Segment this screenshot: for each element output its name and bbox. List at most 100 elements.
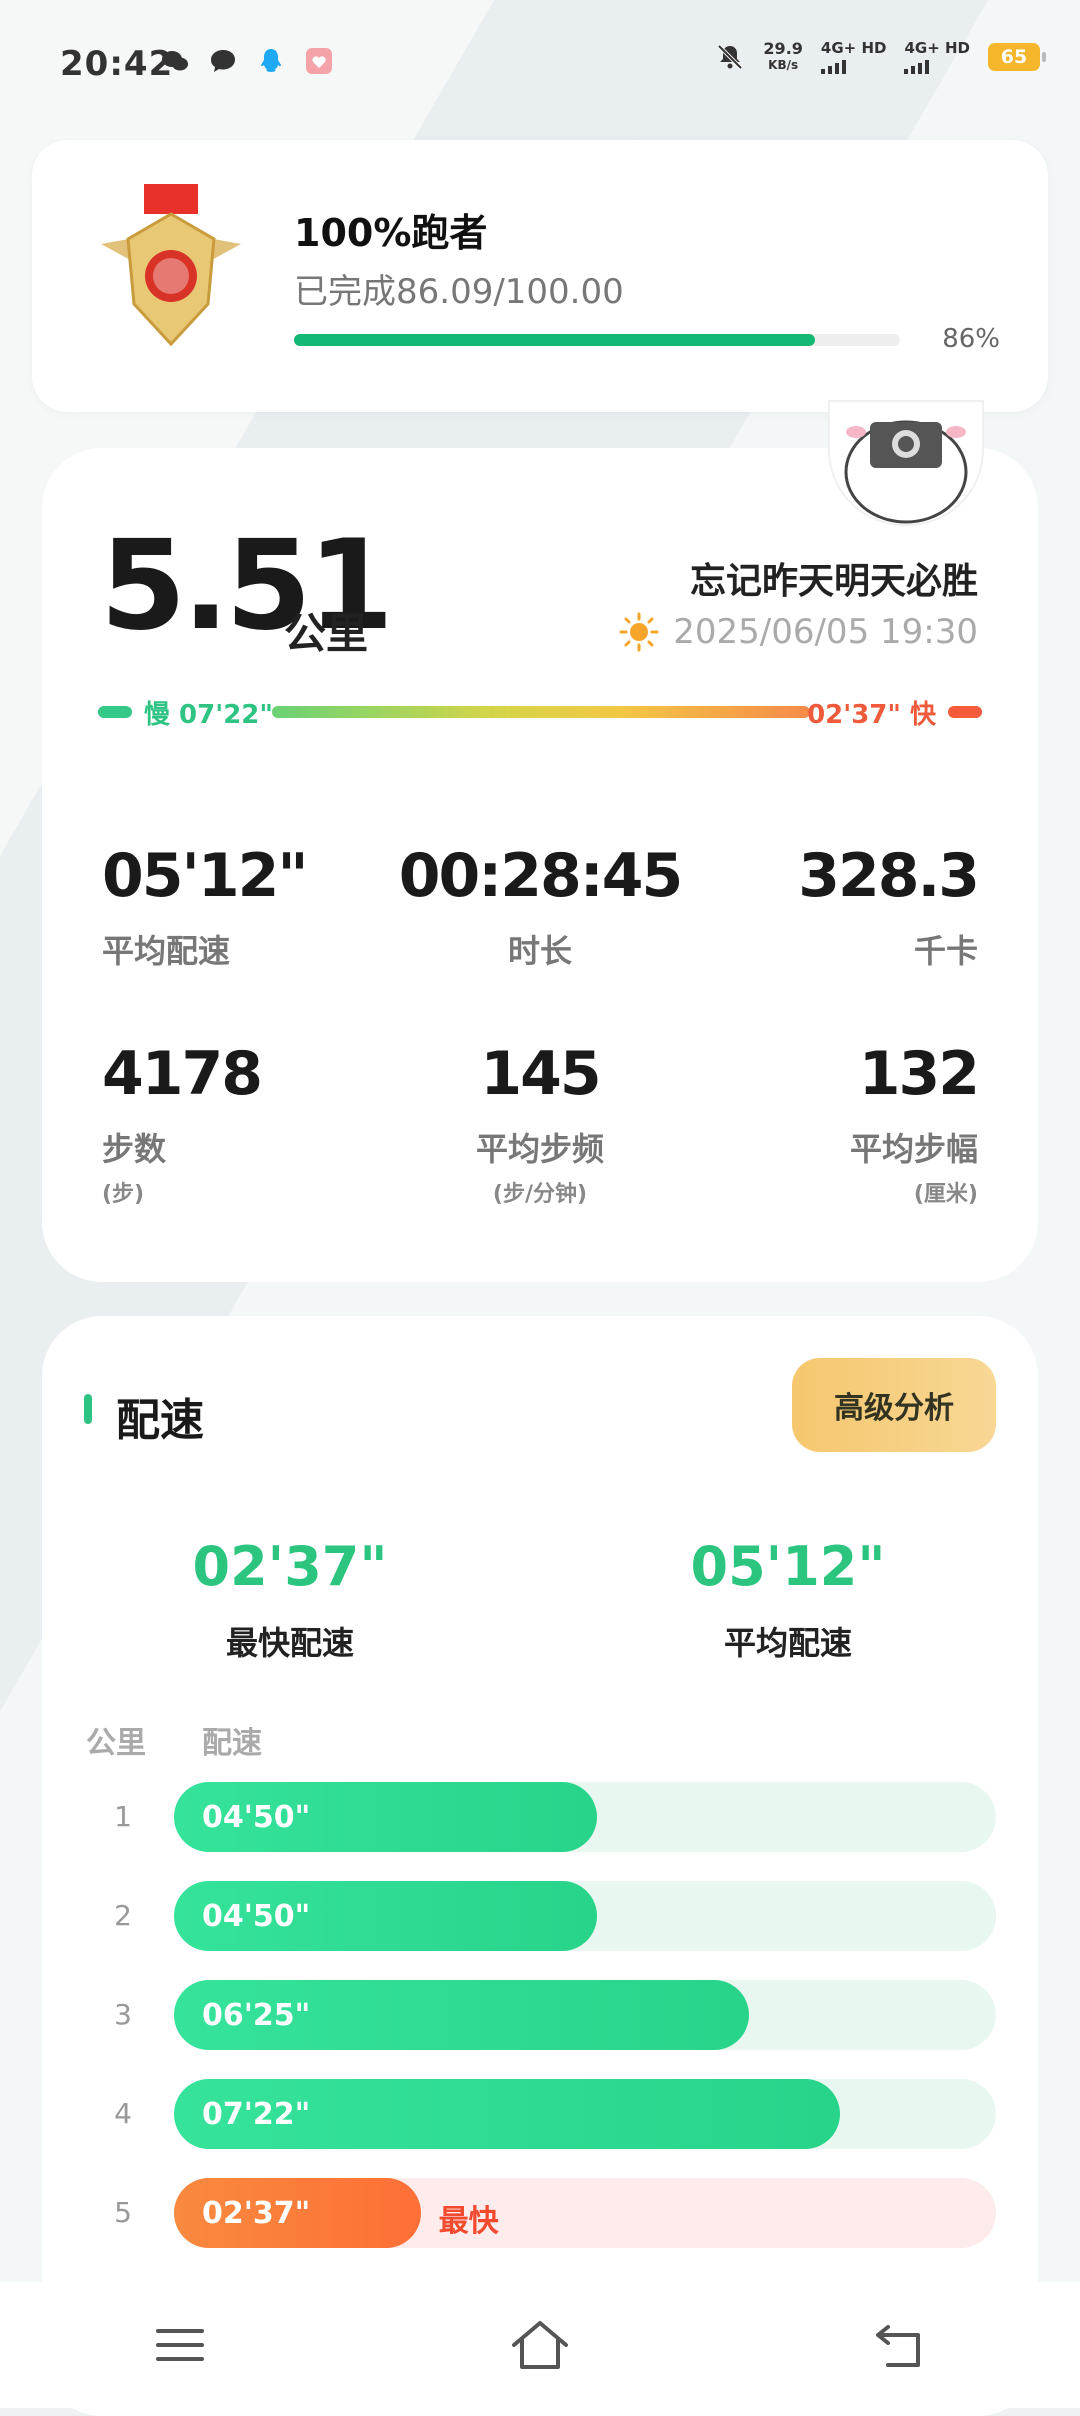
menu-button[interactable] bbox=[120, 2305, 240, 2385]
stat-unit: (厘米) bbox=[913, 1182, 978, 1207]
pace-row-km: 4 bbox=[114, 2097, 132, 2130]
status-time: 20:42 bbox=[60, 44, 174, 84]
message-icon bbox=[211, 50, 235, 72]
pace-row-track: 04'50" bbox=[174, 1881, 996, 1951]
signal-bars-icon bbox=[904, 58, 970, 74]
medal-subtitle: 已完成86.09/100.00 bbox=[294, 272, 624, 312]
stat-value: 00:28:45 bbox=[398, 841, 683, 911]
pace-row-bar: 07'22" bbox=[174, 2079, 840, 2149]
pace-row-time: 04'50" bbox=[202, 1800, 311, 1835]
pace-row-track: 07'22" bbox=[174, 2079, 996, 2149]
status-right: 29.9 KB/s 4G+ HD 4G+ HD 65 bbox=[715, 39, 1046, 74]
stat-label: 千卡 bbox=[913, 932, 978, 970]
qq-icon bbox=[261, 49, 281, 72]
run-title: 忘记昨天明天必胜 bbox=[689, 561, 978, 602]
stat-value: 132 bbox=[858, 1039, 980, 1109]
stat-steps: 4178 步数 (步) bbox=[102, 1039, 263, 1208]
pace-row-bar: 02'37" bbox=[174, 2178, 421, 2248]
pace-row-km: 2 bbox=[114, 1899, 132, 1932]
pace-gradient bbox=[272, 706, 810, 718]
fast-marker bbox=[948, 706, 982, 718]
pace-row-time: 04'50" bbox=[202, 1899, 311, 1934]
pace-row: 2 04'50" bbox=[84, 1881, 996, 1951]
stat-value: 4178 bbox=[102, 1039, 263, 1109]
camera-mascot-icon bbox=[844, 420, 968, 524]
home-button[interactable] bbox=[480, 2305, 600, 2385]
medal-progress-bar bbox=[294, 334, 900, 346]
signal-1-label: 4G+ HD bbox=[820, 39, 887, 57]
bell-muted-icon bbox=[718, 44, 743, 70]
stat-label: 平均步幅 bbox=[849, 1130, 978, 1168]
advanced-analysis-button[interactable]: 高级分析 bbox=[792, 1358, 996, 1452]
medal-percent: 86% bbox=[942, 324, 1000, 354]
pace-card bbox=[42, 1316, 1038, 2416]
stat-label: 时长 bbox=[507, 932, 572, 970]
stat-value: 145 bbox=[480, 1039, 601, 1109]
pace-gradient-bar: 慢 07'22" 02'37" 快 bbox=[98, 700, 982, 730]
pace-row-track: 04'50" bbox=[174, 1782, 996, 1852]
run-date-text: 2025/06/05 19:30 bbox=[673, 612, 978, 652]
speed-unit: KB/s bbox=[768, 58, 799, 72]
fastest-pace-label: 最快配速 bbox=[225, 1624, 354, 1662]
pace-row-time: 02'37" bbox=[202, 2196, 311, 2231]
stat-value: 05'12" bbox=[102, 841, 309, 911]
pace-row-time: 07'22" bbox=[202, 2097, 311, 2132]
medal-progress-fill bbox=[294, 334, 816, 346]
health-app-icon bbox=[306, 48, 332, 74]
speed-value: 29.9 bbox=[763, 39, 803, 58]
section-accent bbox=[84, 1394, 92, 1424]
pace-row-track: 02'37" 最快 bbox=[174, 2178, 996, 2248]
battery-icon: 65 bbox=[988, 43, 1046, 71]
pace-row: 5 02'37" 最快 bbox=[84, 2178, 996, 2248]
stat-duration: 00:28:45 时长 bbox=[390, 846, 690, 972]
fastest-pace-value: 02'37" bbox=[192, 1535, 388, 1598]
stat-value: 328.3 bbox=[798, 841, 980, 911]
slow-pace-label: 慢 07'22" bbox=[144, 700, 273, 730]
column-header-pace: 配速 bbox=[202, 1726, 262, 1761]
back-icon bbox=[876, 2325, 920, 2367]
medal-title: 100%跑者 bbox=[294, 211, 488, 255]
average-pace-label: 平均配速 bbox=[723, 1624, 852, 1662]
pace-row: 1 04'50" bbox=[84, 1782, 996, 1852]
run-datetime: 2025/06/05 19:30 bbox=[619, 612, 978, 652]
average-pace-value: 05'12" bbox=[690, 1535, 886, 1598]
pace-row: 3 06'25" bbox=[84, 1980, 996, 2050]
pace-row-km: 5 bbox=[114, 2196, 132, 2229]
signal-2-label: 4G+ HD bbox=[904, 39, 970, 57]
medal-icon bbox=[101, 184, 241, 347]
back-button[interactable] bbox=[840, 2305, 960, 2385]
pace-row-bar: 04'50" bbox=[174, 1782, 598, 1852]
pace-row-track: 06'25" bbox=[174, 1980, 996, 2050]
average-pace-stat: 05'12" 平均配速 bbox=[638, 1540, 938, 1664]
stat-cadence: 145 平均步频 (步/分钟) bbox=[390, 1044, 690, 1208]
stat-avg-pace: 05'12" 平均配速 bbox=[102, 841, 309, 972]
signal-1: 4G+ HD bbox=[820, 39, 887, 74]
stat-unit: (步) bbox=[102, 1182, 145, 1207]
stat-label: 平均步频 bbox=[475, 1130, 604, 1168]
pace-row-km: 3 bbox=[114, 1998, 132, 2031]
pace-row-bar: 04'50" bbox=[174, 1881, 598, 1951]
stat-calories: 328.3 千卡 bbox=[798, 841, 980, 972]
home-icon bbox=[512, 2321, 568, 2369]
pace-section-title: 配速 bbox=[116, 1395, 204, 1446]
status-app-icons bbox=[160, 46, 334, 76]
fastest-pace-stat: 02'37" 最快配速 bbox=[140, 1540, 440, 1664]
fast-pace-label: 02'37" 快 bbox=[807, 700, 936, 730]
stat-label: 步数 bbox=[102, 1130, 167, 1168]
system-nav-bar bbox=[0, 2282, 1080, 2408]
pace-row: 4 07'22" bbox=[84, 2079, 996, 2149]
signal-bars-icon bbox=[820, 58, 887, 74]
pace-row-time: 06'25" bbox=[202, 1998, 311, 2033]
stat-label: 平均配速 bbox=[102, 932, 231, 970]
stat-unit: (步/分钟) bbox=[492, 1182, 588, 1207]
menu-icon bbox=[156, 2329, 204, 2361]
signal-2: 4G+ HD bbox=[904, 40, 970, 74]
pace-row-km: 1 bbox=[114, 1800, 132, 1833]
slow-marker bbox=[98, 706, 132, 718]
achievement-card[interactable]: 100%跑者 已完成86.09/100.00 86% bbox=[32, 140, 1048, 412]
stat-stride: 132 平均步幅 (厘米) bbox=[849, 1039, 980, 1208]
sun-icon bbox=[619, 612, 659, 652]
network-speed: 29.9 KB/s bbox=[763, 41, 802, 73]
column-header-km: 公里 bbox=[86, 1726, 146, 1761]
pace-row-bar: 06'25" bbox=[174, 1980, 750, 2050]
